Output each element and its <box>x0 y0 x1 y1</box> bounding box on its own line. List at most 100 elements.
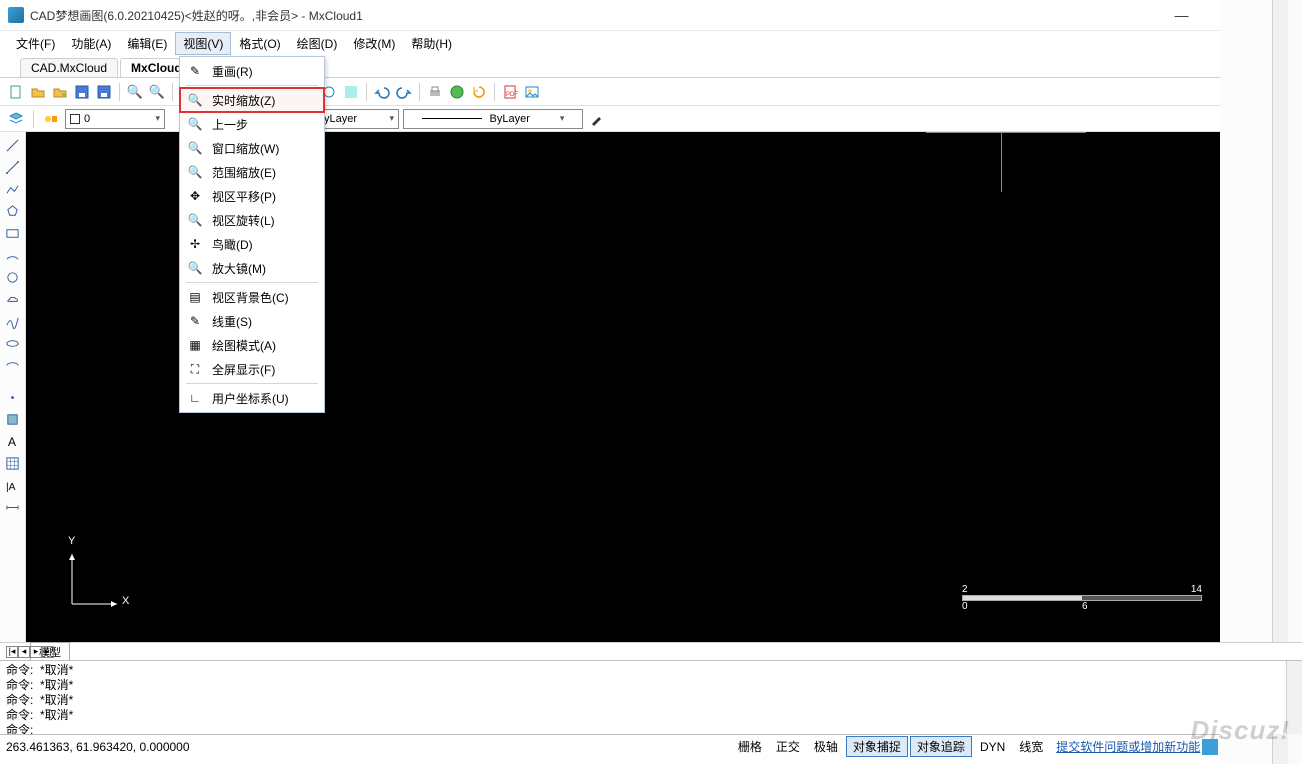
zoom-extent-icon: 🔍 <box>186 163 204 181</box>
status-bar: 263.461363, 61.963420, 0.000000 栅格 正交 极轴… <box>0 734 1302 758</box>
lineweight-combo[interactable]: ByLayer▾ <box>403 109 583 129</box>
layout-prev-icon[interactable]: ◂ <box>18 646 30 658</box>
menu-item-extent-zoom[interactable]: 🔍范围缩放(E) <box>180 160 324 184</box>
layer-color-swatch <box>70 114 80 124</box>
status-polar[interactable]: 极轴 <box>808 737 844 756</box>
dimension-tool-icon[interactable] <box>3 498 23 516</box>
linetype-combo[interactable]: yLayer▾ <box>319 109 399 129</box>
globe-icon[interactable] <box>447 82 467 102</box>
menu-item-fullscreen[interactable]: ⛶全屏显示(F) <box>180 357 324 381</box>
command-prompt[interactable]: 命令: <box>6 723 1296 734</box>
menu-item-bgcolor[interactable]: ▤视区背景色(C) <box>180 285 324 309</box>
menu-view[interactable]: 视图(V) <box>175 32 231 55</box>
menu-item-prev[interactable]: 🔍上一步 <box>180 112 324 136</box>
menu-modify[interactable]: 修改(M) <box>345 32 403 55</box>
zoom-out-icon[interactable]: 🔍 <box>147 82 167 102</box>
brush-small-icon[interactable] <box>587 109 607 129</box>
status-osnap[interactable]: 对象捕捉 <box>846 736 908 757</box>
menu-item-redraw[interactable]: ✎重画(R) <box>180 59 324 83</box>
status-dyn[interactable]: DYN <box>974 739 1011 755</box>
svg-text:PDF: PDF <box>506 92 518 98</box>
redo-icon[interactable] <box>394 82 414 102</box>
pan-icon: ✥ <box>186 187 204 205</box>
menu-edit[interactable]: 编辑(E) <box>119 32 175 55</box>
menu-function[interactable]: 功能(A) <box>63 32 119 55</box>
bgcolor-icon: ▤ <box>186 288 204 306</box>
ellipse-tool-icon[interactable] <box>3 334 23 352</box>
zoom-in-icon[interactable]: 🔍 <box>125 82 145 102</box>
block-tool-icon[interactable] <box>3 410 23 428</box>
open-file-icon[interactable] <box>28 82 48 102</box>
layout-tabs: |◂ ◂ ▸ ▸| 模型 <box>0 642 1302 660</box>
ucs-x-label: X <box>122 595 129 607</box>
menu-help[interactable]: 帮助(H) <box>403 32 460 55</box>
minimize-button[interactable]: — <box>1159 0 1204 30</box>
point-tool-icon[interactable] <box>3 388 23 406</box>
open-folder-icon[interactable] <box>50 82 70 102</box>
line-tool-icon[interactable] <box>3 136 23 154</box>
status-ortho[interactable]: 正交 <box>770 737 806 756</box>
pdf-icon[interactable]: PDF <box>500 82 520 102</box>
layer-states-icon[interactable] <box>41 109 61 129</box>
zoom-prev-icon: 🔍 <box>186 115 204 133</box>
new-file-icon[interactable] <box>6 82 26 102</box>
menu-item-magnifier[interactable]: 🔍放大镜(M) <box>180 256 324 280</box>
menu-item-rotate-view[interactable]: 🔍视区旋转(L) <box>180 208 324 232</box>
ellipse-arc-tool-icon[interactable] <box>3 356 23 374</box>
feedback-link[interactable]: 提交软件问题或增加新功能 <box>1056 738 1200 755</box>
layout-last-icon[interactable]: ▸| <box>42 646 54 658</box>
layout-next-icon[interactable]: ▸ <box>30 646 42 658</box>
birdseye-icon: ✢ <box>186 235 204 253</box>
zoom-realtime-icon: 🔍 <box>186 91 204 109</box>
menu-item-window-zoom[interactable]: 🔍窗口缩放(W) <box>180 136 324 160</box>
save-as-icon[interactable] <box>94 82 114 102</box>
lineweight-preview <box>422 118 482 119</box>
refresh-icon[interactable] <box>469 82 489 102</box>
ray-tool-icon[interactable] <box>3 158 23 176</box>
command-window[interactable]: 命令: *取消* 命令: *取消* 命令: *取消* 命令: *取消* 命令: <box>0 660 1302 734</box>
crosshair-v <box>1001 132 1002 192</box>
polygon-tool-icon[interactable] <box>3 202 23 220</box>
undo-icon[interactable] <box>372 82 392 102</box>
menu-item-drawmode[interactable]: ▦绘图模式(A) <box>180 333 324 357</box>
revision-cloud-icon[interactable] <box>3 290 23 308</box>
zoom-window-icon: 🔍 <box>186 139 204 157</box>
menu-item-lineweight[interactable]: ✎线重(S) <box>180 309 324 333</box>
image-icon[interactable] <box>522 82 542 102</box>
command-scrollbar[interactable] <box>1286 661 1302 734</box>
menu-item-pan[interactable]: ✥视区平移(P) <box>180 184 324 208</box>
circle-tool-icon[interactable] <box>3 268 23 286</box>
tool-c-icon[interactable] <box>341 82 361 102</box>
polyline-tool-icon[interactable] <box>3 180 23 198</box>
tab-cad-mxcloud[interactable]: CAD.MxCloud <box>20 58 118 77</box>
layer-combo[interactable]: 0 ▾ <box>65 109 165 129</box>
status-otrack[interactable]: 对象追踪 <box>910 736 972 757</box>
menu-item-ucs[interactable]: ∟用户坐标系(U) <box>180 386 324 410</box>
status-lwt[interactable]: 线宽 <box>1013 737 1049 756</box>
ucs-indicator: Y X <box>62 539 142 622</box>
redraw-icon: ✎ <box>186 62 204 80</box>
svg-text:A: A <box>8 435 17 449</box>
text-tool-icon[interactable]: A <box>3 432 23 450</box>
layout-first-icon[interactable]: |◂ <box>6 646 18 658</box>
coordinates: 263.461363, 61.963420, 0.000000 <box>6 740 190 754</box>
ucs-y-label: Y <box>68 535 75 547</box>
print-icon[interactable] <box>425 82 445 102</box>
status-grid[interactable]: 栅格 <box>732 737 768 756</box>
save-icon[interactable] <box>72 82 92 102</box>
menu-item-realtime-zoom[interactable]: 🔍实时缩放(Z) <box>180 88 324 112</box>
window-title: CAD梦想画图(6.0.20210425)<姓赵的呀。,非会员> - MxClo… <box>30 7 1159 24</box>
app-icon <box>8 7 24 23</box>
view-menu-dropdown: ✎重画(R) 🔍实时缩放(Z) 🔍上一步 🔍窗口缩放(W) 🔍范围缩放(E) ✥… <box>179 56 325 413</box>
layers-icon[interactable] <box>6 109 26 129</box>
mtext-tool-icon[interactable]: |A <box>3 476 23 494</box>
rect-tool-icon[interactable] <box>3 224 23 242</box>
lineweight-value: ByLayer <box>490 113 530 125</box>
hatch-tool-icon[interactable] <box>3 454 23 472</box>
menu-draw[interactable]: 绘图(D) <box>289 32 346 55</box>
menu-format[interactable]: 格式(O) <box>231 32 288 55</box>
menu-item-birdseye[interactable]: ✢鸟瞰(D) <box>180 232 324 256</box>
menu-file[interactable]: 文件(F) <box>8 32 63 55</box>
spline-tool-icon[interactable] <box>3 312 23 330</box>
arc-tool-icon[interactable] <box>3 246 23 264</box>
